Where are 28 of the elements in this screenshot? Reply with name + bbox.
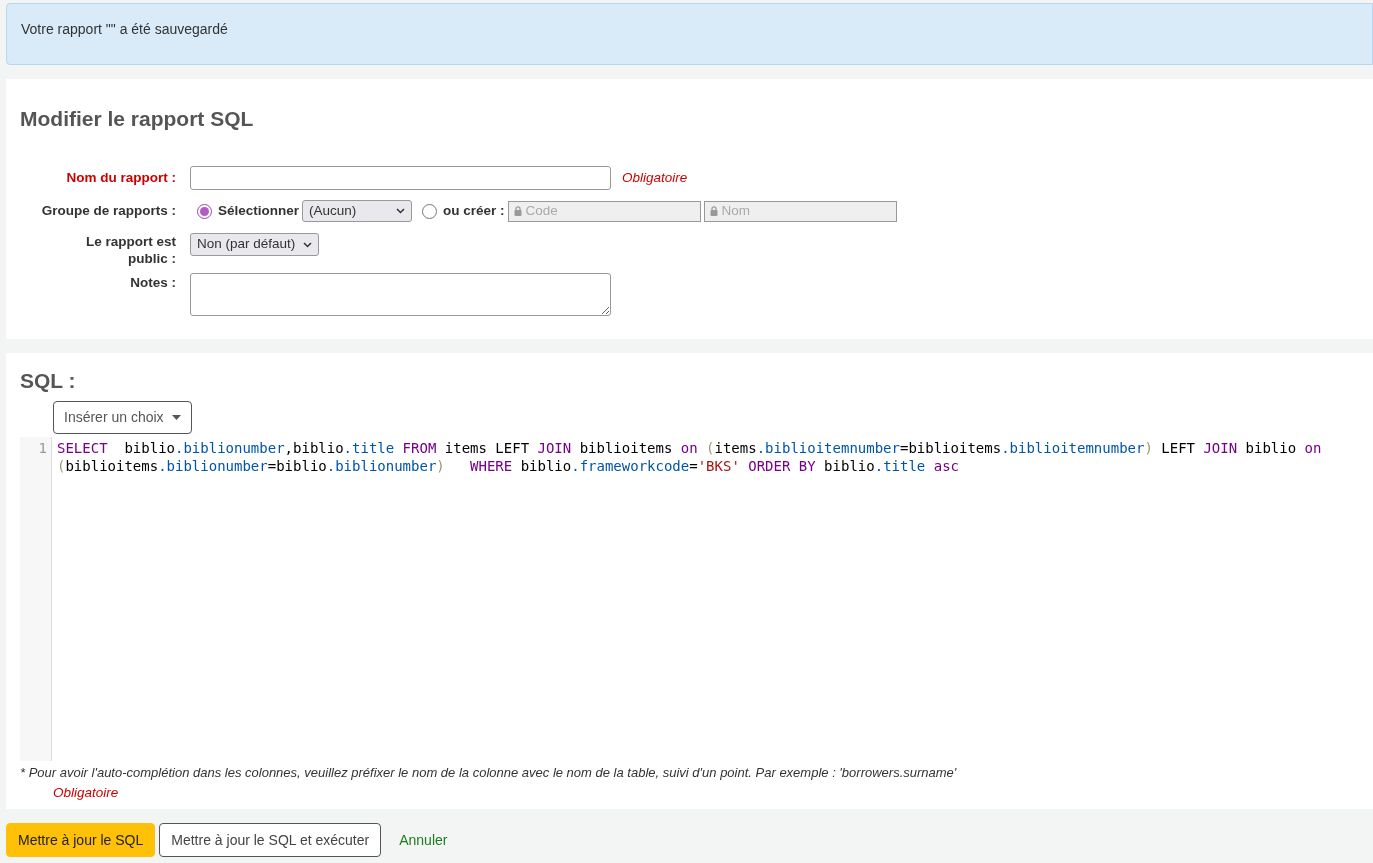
field-label: Nom du rapport : bbox=[65, 168, 176, 187]
chevron-icon bbox=[396, 208, 406, 214]
section-title: SQL : bbox=[20, 368, 77, 394]
caret-icon bbox=[171, 415, 181, 420]
required-note: Obligatoire bbox=[53, 783, 120, 802]
dropdown[interactable]: Non (par défaut) bbox=[190, 233, 320, 256]
input-field[interactable] bbox=[190, 166, 611, 190]
line-number: 1 bbox=[37, 439, 47, 457]
code-line: SELECT biblio.biblionumber,biblio.title FROM items LEFT JOIN biblioitems on (items.biblioitemnumber=biblioitems.biblioitemnumber) LEFT JOIN biblio on (biblioitems.biblionumber=biblio.biblionumber) WHERE biblio.frameworkcode='BKS' ORDER BY biblio.title asc bbox=[57, 439, 1323, 475]
update-button[interactable]: Mettre à jour le SQL bbox=[6, 823, 156, 857]
autocomplete-hint: * Pour avoir l'auto-complétion dans les colonnes, veuillez préfixer le nom de la colonne avec le nom de la table, suivi d'un point. Par exemple : 'borrowers.surname' bbox=[20, 764, 958, 782]
insert-dropdown-button[interactable]: Insérer un choix bbox=[53, 401, 192, 434]
dropdown[interactable]: (Aucun) bbox=[302, 200, 413, 222]
update-run-button[interactable]: Mettre à jour le SQL et exécuter bbox=[159, 823, 382, 857]
chevron-icon bbox=[303, 241, 313, 248]
lock-icon bbox=[513, 206, 522, 216]
alert-message: Votre rapport "" a été sauvegardé bbox=[21, 21, 228, 37]
field-label: Le rapport est public : bbox=[84, 233, 176, 267]
radio-label[interactable]: ou créer : bbox=[443, 200, 505, 222]
radio-label[interactable]: Sélectionner bbox=[218, 200, 300, 222]
form-title: Modifier le rapport SQL bbox=[20, 106, 255, 132]
radio-button[interactable] bbox=[422, 203, 438, 219]
field-label: Notes : bbox=[129, 274, 176, 292]
lock-icon bbox=[709, 206, 718, 216]
required-note: Obligatoire bbox=[622, 168, 688, 187]
cancel-link[interactable]: Annuler bbox=[385, 823, 462, 857]
notes-field[interactable] bbox=[190, 273, 611, 316]
field-label: Groupe de rapports : bbox=[40, 201, 176, 220]
